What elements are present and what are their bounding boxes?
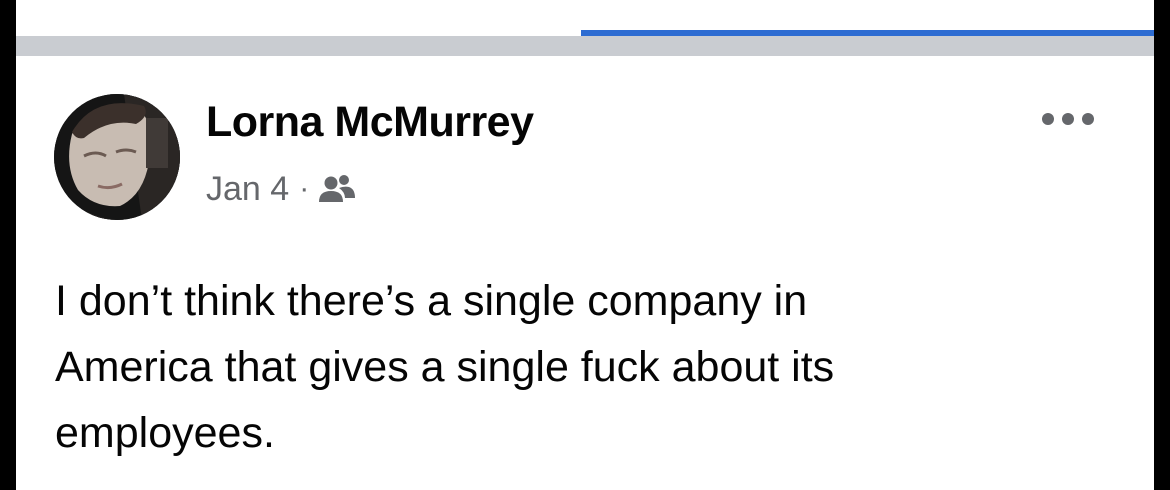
loading-progress-line [581,30,1154,36]
avatar[interactable] [54,94,180,220]
meta-separator: · [299,172,310,205]
author-name[interactable]: Lorna McMurrey [206,101,534,144]
screenshot-frame: Lorna McMurrey Jan 4 · I don’t think the… [0,0,1170,490]
post-date[interactable]: Jan 4 [206,170,289,209]
post-text: I don’t think there’s a single company i… [55,268,1055,466]
friends-icon[interactable] [317,174,357,204]
post-text-line: employees. [55,409,275,457]
section-divider [16,36,1154,56]
more-options-icon-dot-1 [1042,113,1054,125]
more-options-icon-dot-3 [1082,113,1094,125]
more-options-button[interactable] [1038,106,1098,132]
post-text-line: I don’t think there’s a single company i… [55,277,808,325]
friends-icon-glyph [319,175,356,202]
more-options-icon-dot-2 [1062,113,1074,125]
post-meta: Jan 4 · [206,168,357,210]
avatar-photo [54,94,180,220]
post-text-line: America that gives a single fuck about i… [55,343,835,391]
post-card: Lorna McMurrey Jan 4 · I don’t think the… [16,0,1154,490]
